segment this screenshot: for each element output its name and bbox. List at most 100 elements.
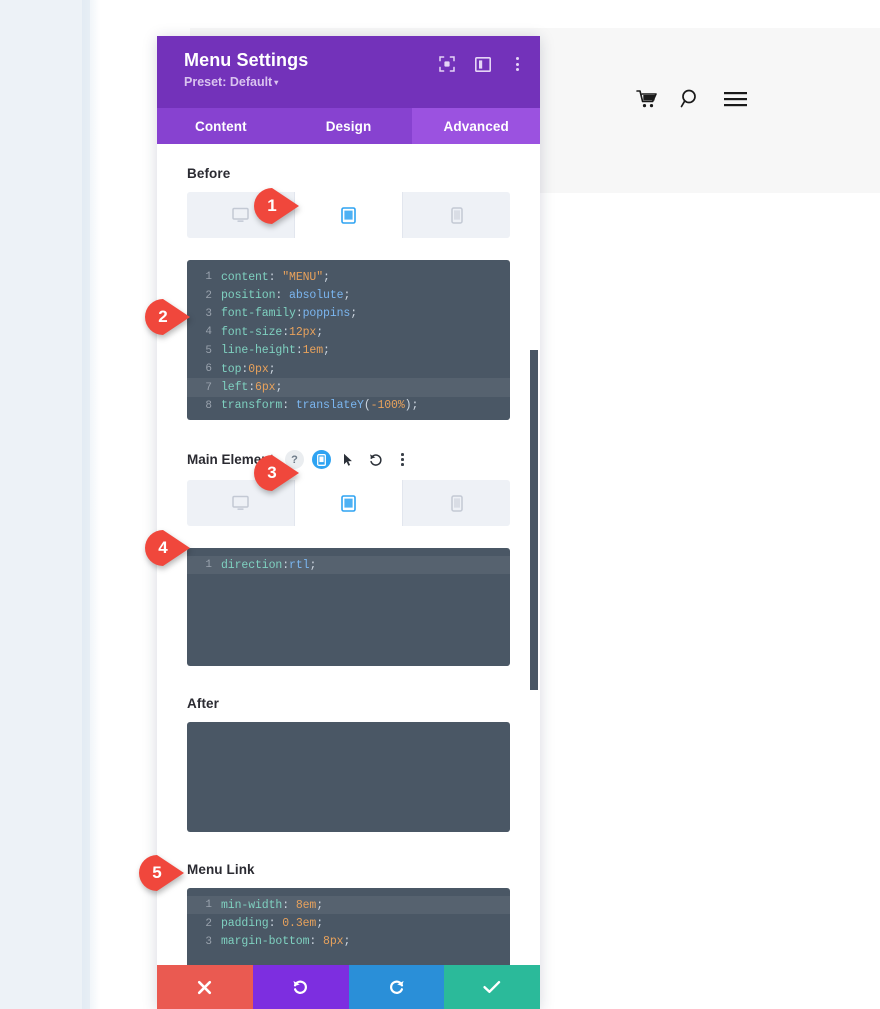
dot <box>516 68 519 71</box>
code-token: : <box>282 558 290 572</box>
main-element-device-phone[interactable] <box>403 480 510 526</box>
dot <box>401 453 404 456</box>
main-element-code-lines: 1 direction:rtl; <box>187 556 510 575</box>
code-token: : <box>295 344 303 358</box>
search-icon[interactable] <box>680 88 701 114</box>
code-token: 0px <box>248 362 269 376</box>
modal-header: Menu Settings Preset: Default ▾ <box>157 36 540 108</box>
modal-tab-bar: Content Design Advanced <box>157 108 540 144</box>
code-token: 12px <box>289 325 317 339</box>
modal-footer <box>157 965 540 1009</box>
code-token: ( <box>363 399 371 413</box>
code-line-text: direction:rtl; <box>221 559 316 572</box>
modal-header-icon-group <box>439 56 524 72</box>
dot <box>401 458 404 461</box>
code-line-text: position: absolute; <box>221 289 350 302</box>
save-button[interactable] <box>444 965 540 1009</box>
code-token: font-size <box>221 325 283 339</box>
code-token: margin-bottom <box>221 935 310 949</box>
code-token: : <box>268 270 283 284</box>
code-token: rtl <box>289 558 310 572</box>
code-token: ; <box>323 270 330 284</box>
code-token: 8px <box>323 935 344 949</box>
before-device-tablet[interactable] <box>295 192 403 238</box>
code-token: 6px <box>255 381 276 395</box>
redo-button[interactable] <box>348 965 445 1009</box>
code-line-number: 5 <box>205 344 212 357</box>
callout-marker-1: 1 <box>254 188 300 224</box>
code-line-number: 2 <box>205 289 212 302</box>
callout-marker-label: 2 <box>158 307 168 326</box>
before-code-editor[interactable]: 1 content: "MENU"; 2 position: absolute; 3 fo… <box>187 260 510 420</box>
code-token: top <box>221 362 242 376</box>
code-line-text: content: "MENU"; <box>221 271 330 284</box>
page-left-gutter <box>0 0 90 1009</box>
before-device-phone[interactable] <box>403 192 510 238</box>
callout-marker-label: 4 <box>158 538 168 557</box>
hover-cursor-icon[interactable] <box>339 450 358 469</box>
site-header-icon-group <box>636 88 748 114</box>
undo-button[interactable] <box>252 965 349 1009</box>
code-line-text: font-family:poppins; <box>221 307 357 320</box>
callout-marker-3: 3 <box>254 455 300 491</box>
more-options-icon[interactable] <box>393 450 412 469</box>
after-code-editor[interactable] <box>187 722 510 832</box>
code-token: ; <box>316 325 324 339</box>
code-line: 3 font-family:poppins; <box>187 305 510 323</box>
code-token: 0.3em <box>282 917 317 931</box>
code-token: ; <box>350 307 358 321</box>
main-element-device-selector <box>187 480 510 526</box>
page-root: Menu Settings Preset: Default ▾ Content … <box>0 0 880 1009</box>
tab-design[interactable]: Design <box>285 108 413 144</box>
code-token: : <box>282 898 296 912</box>
code-line-text: transform: translateY(-100%); <box>221 399 418 412</box>
preset-label: Preset: Default <box>184 75 273 89</box>
cancel-button[interactable] <box>157 965 253 1009</box>
section-label-before: Before <box>187 166 231 181</box>
hamburger-menu-icon[interactable] <box>723 90 748 113</box>
menu-link-code-editor[interactable]: 1 min-width: 8em; 2 padding: 0.3em; 3 margin-… <box>187 888 510 965</box>
code-line-number: 1 <box>205 559 212 572</box>
focus-target-icon[interactable] <box>439 56 455 72</box>
main-element-header: Main Element ? <box>187 450 510 469</box>
code-token: ; <box>323 344 330 358</box>
code-token: : <box>268 917 283 931</box>
code-token: translateY <box>295 399 364 413</box>
code-token: absolute <box>289 289 344 303</box>
before-device-selector <box>187 192 510 238</box>
tab-advanced[interactable]: Advanced <box>412 108 540 144</box>
code-token: : <box>282 399 296 413</box>
code-line-number: 8 <box>205 399 212 412</box>
modal-scrollbar-thumb[interactable] <box>530 350 538 690</box>
code-line: 4 font-size:12px; <box>187 323 510 341</box>
code-line: 1 direction:rtl; <box>187 556 510 575</box>
chevron-down-icon: ▾ <box>274 77 279 87</box>
code-token: : <box>248 381 256 395</box>
code-token: position <box>221 289 276 303</box>
code-line-number: 6 <box>205 363 212 376</box>
tab-content[interactable]: Content <box>157 108 285 144</box>
code-token: transform <box>221 399 283 413</box>
before-code-lines: 1 content: "MENU"; 2 position: absolute; 3 fo… <box>187 268 510 415</box>
layout-panel-icon[interactable] <box>475 56 491 72</box>
code-line-text: top:0px; <box>221 362 276 376</box>
dot <box>516 62 519 66</box>
main-element-code-editor[interactable]: 1 direction:rtl; <box>187 548 510 666</box>
code-line-text: line-height:1em; <box>221 344 330 357</box>
more-options-icon[interactable] <box>511 57 524 71</box>
code-token: 8em <box>295 898 317 912</box>
menu-link-code-lines: 1 min-width: 8em; 2 padding: 0.3em; 3 margin-… <box>187 896 510 951</box>
code-token: padding <box>221 917 269 931</box>
reset-undo-icon[interactable] <box>366 450 385 469</box>
code-line-number: 7 <box>205 381 212 394</box>
responsive-toggle-icon[interactable] <box>312 450 332 469</box>
callout-marker-label: 1 <box>267 196 277 215</box>
main-element-device-tablet[interactable] <box>295 480 403 526</box>
cart-icon[interactable] <box>636 89 658 114</box>
code-token: : <box>309 935 324 949</box>
preset-selector[interactable]: Preset: Default ▾ <box>184 75 278 89</box>
callout-marker-label: 3 <box>267 463 277 482</box>
code-token: font-family <box>221 307 296 321</box>
code-line: 6 top:0px; <box>187 360 510 378</box>
callout-marker-2: 2 <box>145 299 191 335</box>
